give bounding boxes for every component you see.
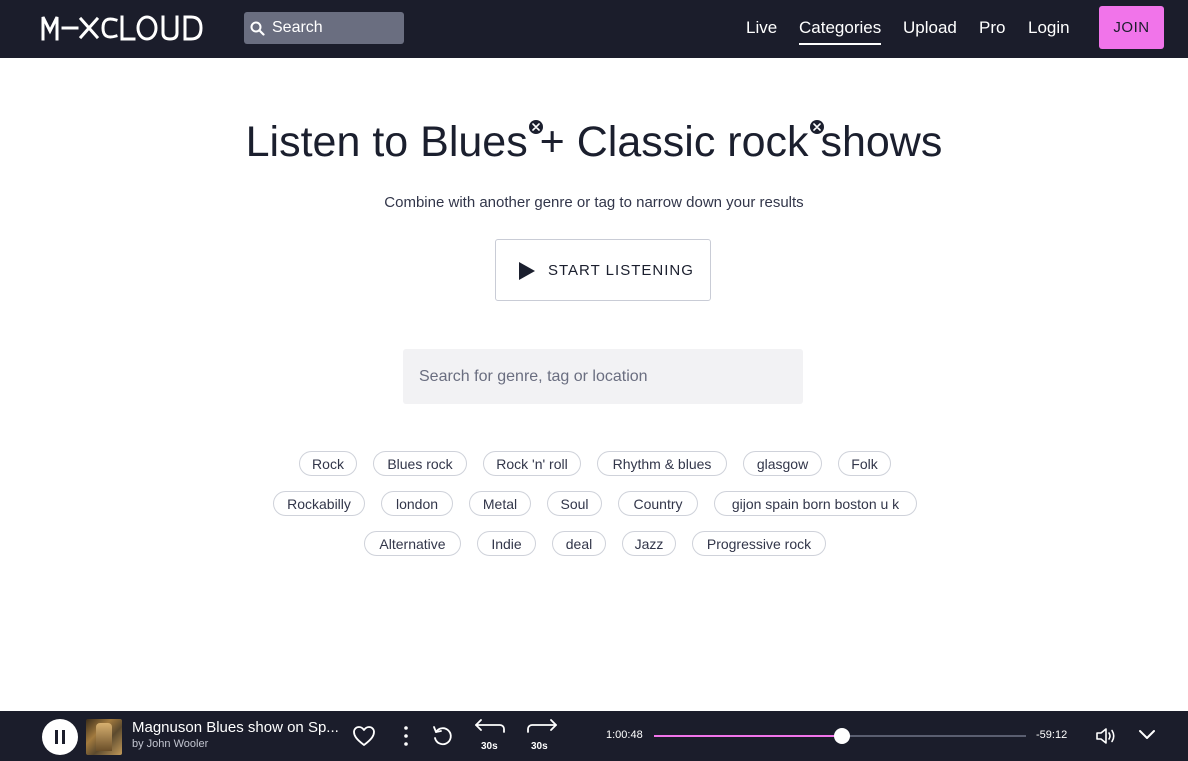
- track-artist[interactable]: by John Wooler: [132, 738, 208, 750]
- replay-icon[interactable]: [431, 724, 455, 748]
- page-subtitle: Combine with another genre or tag to nar…: [384, 194, 804, 211]
- top-nav-bar: Live Categories Upload Pro Login JOIN: [0, 0, 1188, 58]
- nav-live[interactable]: Live: [746, 18, 777, 38]
- join-button[interactable]: JOIN: [1099, 6, 1164, 49]
- tag-rock[interactable]: Rock: [299, 451, 357, 476]
- close-icon: [531, 123, 540, 131]
- nav-login[interactable]: Login: [1028, 18, 1070, 38]
- tag-glasgow[interactable]: glasgow: [743, 451, 822, 476]
- page-title: Listen to Blues + Classic rock shows: [0, 118, 1188, 167]
- close-icon: [812, 123, 821, 131]
- track-title[interactable]: Magnuson Blues show on Sp...: [132, 719, 339, 736]
- selected-genre-label: Classic rock: [576, 118, 809, 166]
- tag-blues-rock[interactable]: Blues rock: [373, 451, 467, 476]
- mixcloud-logo[interactable]: [41, 12, 213, 44]
- more-options-icon[interactable]: [402, 725, 410, 747]
- tag-rhythm-and-blues[interactable]: Rhythm & blues: [597, 451, 727, 476]
- audio-player-bar: Magnuson Blues show on Sp... by John Woo…: [0, 711, 1188, 761]
- favorite-heart-icon[interactable]: [352, 725, 376, 747]
- pause-button[interactable]: [42, 719, 78, 755]
- site-search-box[interactable]: [244, 12, 404, 44]
- tag-deal[interactable]: deal: [552, 531, 606, 556]
- tag-rockabilly[interactable]: Rockabilly: [273, 491, 365, 516]
- start-listening-button[interactable]: START LISTENING: [495, 239, 711, 301]
- search-icon: [250, 21, 265, 36]
- track-cover-art[interactable]: [86, 719, 122, 755]
- elapsed-time: 1:00:48: [606, 729, 643, 741]
- tag-rock-n-roll[interactable]: Rock 'n' roll: [483, 451, 581, 476]
- tag-metal[interactable]: Metal: [469, 491, 531, 516]
- remove-genre-blues-button[interactable]: [528, 120, 543, 134]
- genre-search-input[interactable]: [403, 349, 803, 404]
- tag-folk[interactable]: Folk: [838, 451, 891, 476]
- nav-upload[interactable]: Upload: [903, 18, 957, 38]
- progress-fill: [654, 735, 842, 737]
- selected-genre-blues: Blues: [420, 118, 543, 167]
- selected-genre-classic-rock: Classic rock: [576, 118, 824, 167]
- tag-alternative[interactable]: Alternative: [364, 531, 461, 556]
- tag-jazz[interactable]: Jazz: [622, 531, 676, 556]
- volume-icon[interactable]: [1095, 726, 1117, 746]
- start-listening-label: START LISTENING: [548, 262, 694, 279]
- progress-handle[interactable]: [833, 728, 850, 744]
- rewind-30-label: 30s: [481, 741, 498, 752]
- headline-prefix: Listen to: [245, 118, 409, 166]
- forward-30-icon[interactable]: [525, 719, 559, 735]
- play-icon: [519, 262, 535, 280]
- rewind-30-icon[interactable]: [473, 719, 507, 735]
- headline-plus: +: [539, 118, 565, 166]
- nav-pro[interactable]: Pro: [979, 18, 1005, 38]
- selected-genre-label: Blues: [420, 118, 528, 166]
- forward-30-label: 30s: [531, 741, 548, 752]
- chevron-down-icon[interactable]: [1138, 729, 1156, 741]
- tag-progressive-rock[interactable]: Progressive rock: [692, 531, 826, 556]
- tag-london[interactable]: london: [381, 491, 453, 516]
- pause-icon: [55, 730, 65, 744]
- remove-genre-classic-rock-button[interactable]: [809, 120, 824, 134]
- site-search-input[interactable]: [272, 19, 392, 37]
- tag-soul[interactable]: Soul: [547, 491, 602, 516]
- tag-country[interactable]: Country: [618, 491, 698, 516]
- remaining-time: -59:12: [1036, 729, 1068, 741]
- logo-wordmark-icon: [41, 15, 203, 41]
- headline-suffix: shows: [820, 118, 943, 166]
- nav-categories[interactable]: Categories: [799, 18, 882, 45]
- tag-indie[interactable]: Indie: [477, 531, 536, 556]
- tag-gijon-spain-born-boston-uk[interactable]: gijon spain born boston u k: [714, 491, 917, 516]
